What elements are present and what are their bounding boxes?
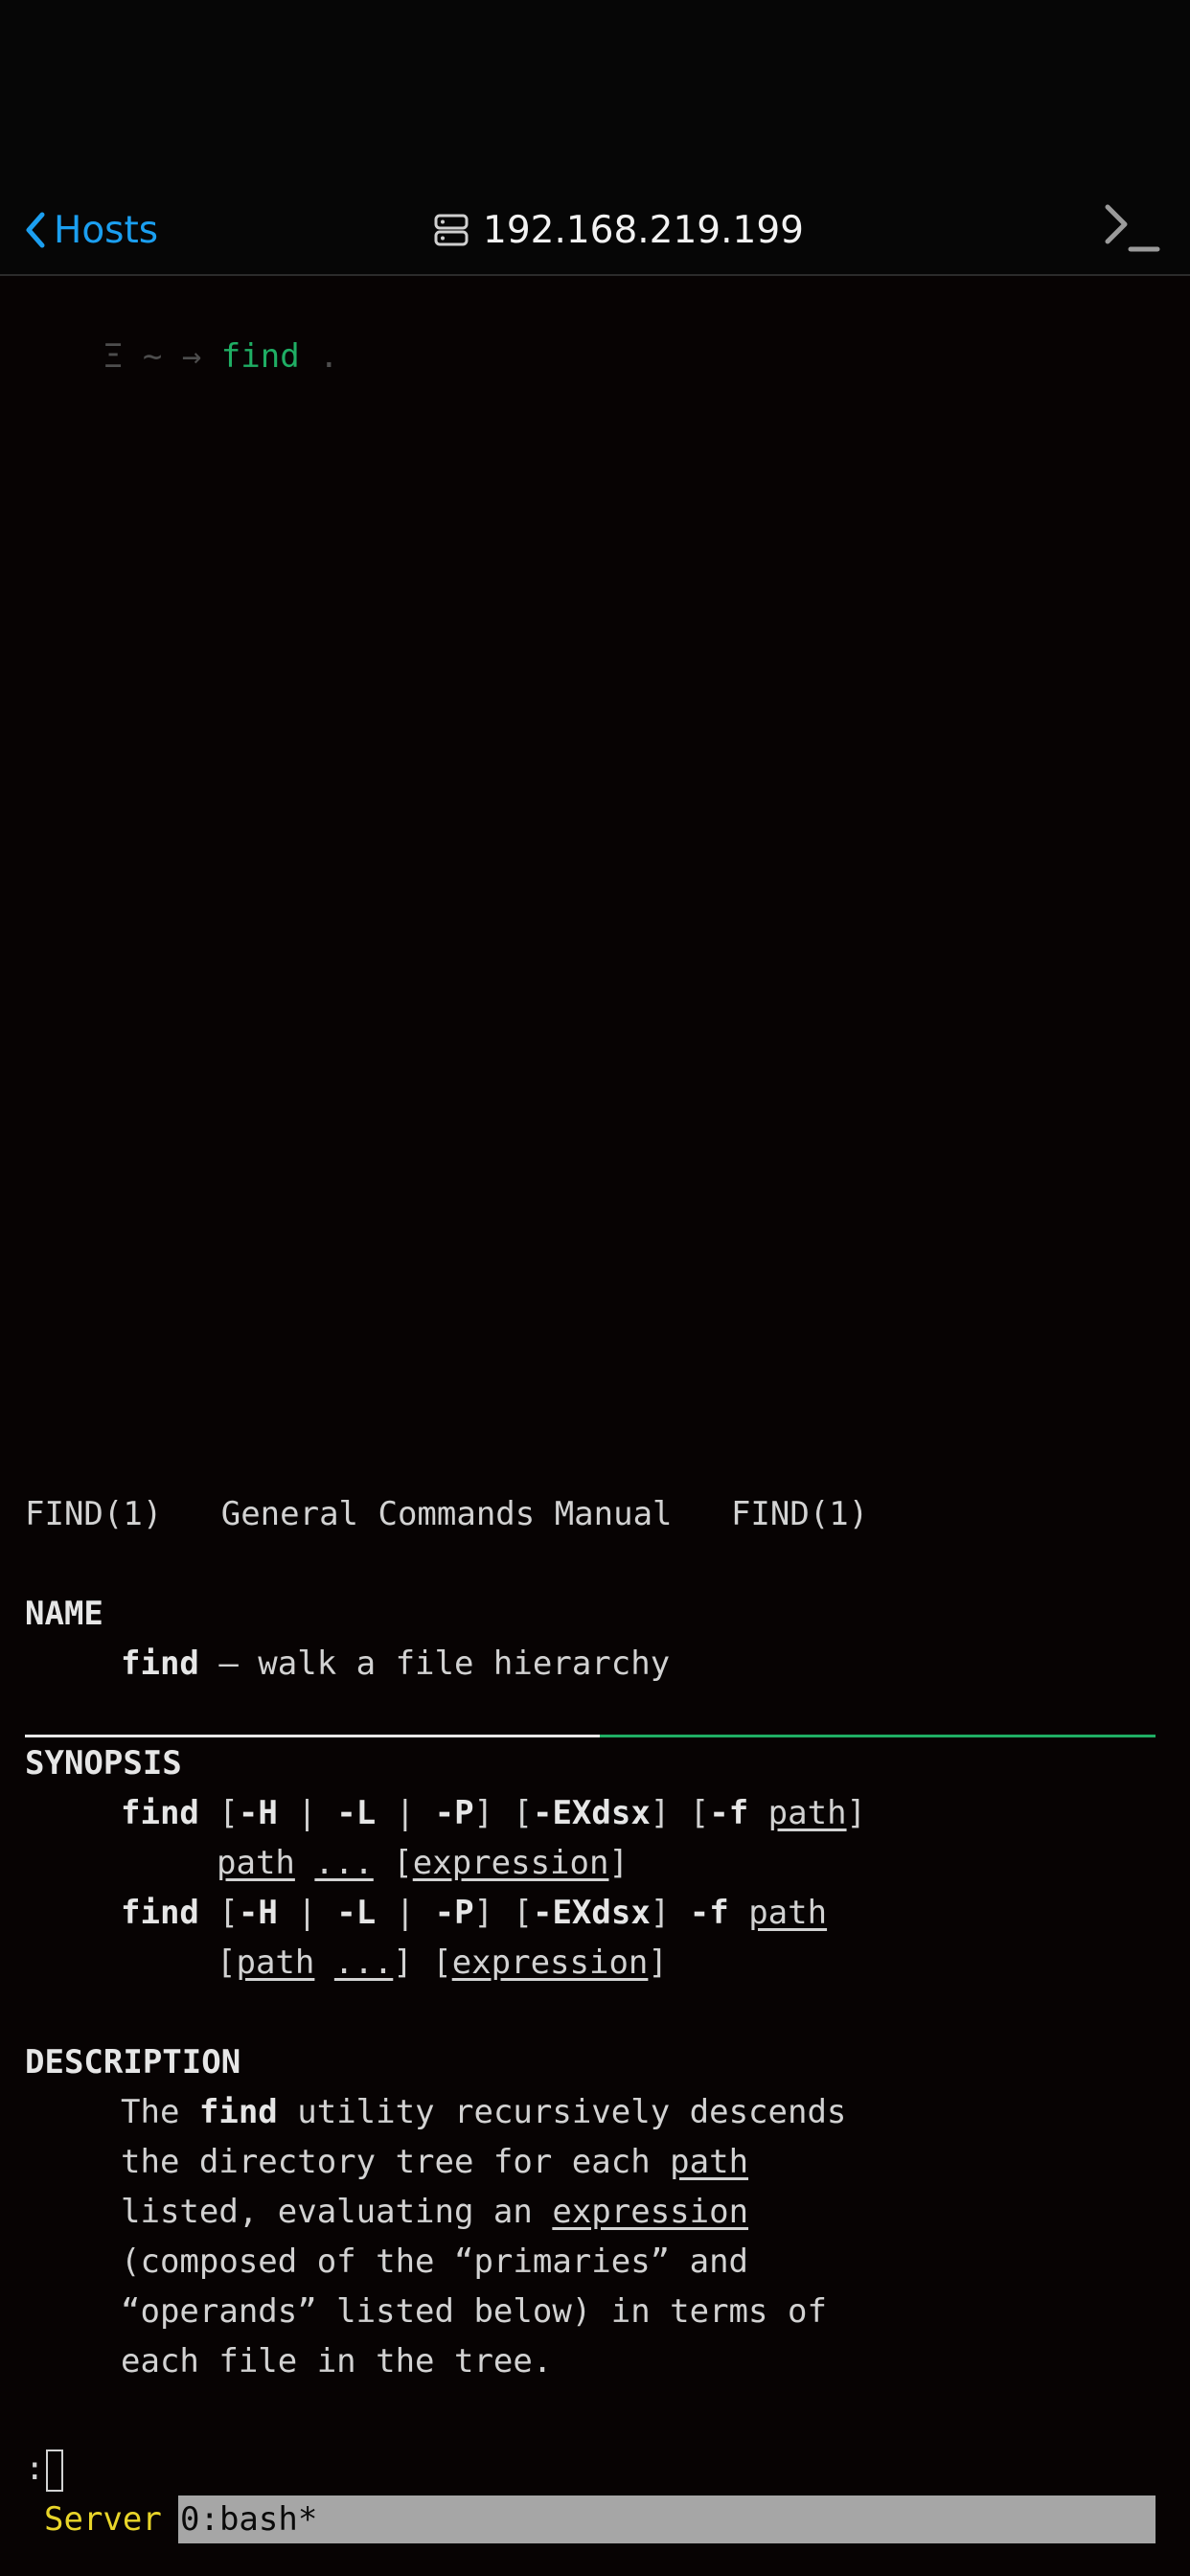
server-icon bbox=[434, 214, 469, 246]
desc-text: listed, evaluating an bbox=[121, 2193, 553, 2231]
description-line-1: The find utility recursively descends bbox=[121, 2087, 846, 2137]
opt-f: -f bbox=[689, 1894, 729, 1932]
opt-flags: -EXdsx bbox=[532, 1794, 651, 1832]
synopsis-line-2: path ... [expression] bbox=[217, 1844, 629, 1882]
synopsis-cmd: find bbox=[121, 1894, 199, 1932]
name-command: find bbox=[121, 1644, 199, 1683]
man-header-right: FIND(1) bbox=[730, 1495, 869, 1533]
description-heading: DESCRIPTION bbox=[25, 2043, 241, 2082]
synopsis-cmd: find bbox=[121, 1794, 199, 1832]
man-header-left: FIND(1) bbox=[25, 1495, 163, 1533]
chevron-left-icon bbox=[26, 212, 45, 248]
desc-underline: expression bbox=[552, 2193, 749, 2231]
arg-expression: expression bbox=[412, 1844, 609, 1882]
text-cursor bbox=[46, 2449, 64, 2492]
name-description: – walk a file hierarchy bbox=[198, 1644, 671, 1683]
synopsis-line-3: find [-H | -L | -P] [-EXdsx] -f path bbox=[121, 1894, 828, 1932]
description-line-6: each file in the tree. bbox=[121, 2342, 553, 2380]
arg-path: path bbox=[217, 1844, 295, 1882]
synopsis-line-1: find [-H | -L | -P] [-EXdsx] [-f path] bbox=[121, 1794, 867, 1832]
description-line-3: listed, evaluating an expression bbox=[121, 2187, 748, 2237]
host-title: 192.168.219.199 bbox=[433, 203, 804, 257]
arg-path: path bbox=[767, 1794, 847, 1832]
tmux-status-bar: Server 0:bash* bbox=[25, 2496, 1156, 2543]
terminal-icon bbox=[1105, 204, 1160, 252]
opt-L: -L bbox=[336, 1794, 377, 1832]
name-line: find – walk a file hierarchy bbox=[121, 1639, 670, 1689]
man-header: FIND(1) General Commands Manual FIND(1) bbox=[25, 1489, 868, 1539]
arg-ellipsis: ... bbox=[314, 1844, 374, 1882]
man-header-center: General Commands Manual bbox=[220, 1495, 673, 1533]
pager-colon: : bbox=[25, 2450, 45, 2488]
back-button-label: Hosts bbox=[54, 208, 159, 252]
back-to-hosts-button[interactable]: Hosts bbox=[23, 203, 158, 257]
opt-flags: -EXdsx bbox=[532, 1894, 651, 1932]
pager-prompt[interactable]: : bbox=[25, 2444, 64, 2494]
desc-underline: path bbox=[670, 2143, 749, 2181]
prompt-cwd: ~ bbox=[142, 337, 163, 376]
desc-text: utility recursively descends bbox=[277, 2093, 847, 2131]
pane-divider bbox=[25, 1735, 1156, 1737]
prompt-command: find bbox=[220, 337, 300, 376]
desc-text: The bbox=[121, 2093, 199, 2131]
desc-bold: find bbox=[198, 2093, 278, 2131]
prompt-argument: . bbox=[319, 337, 339, 376]
prompt-symbol: Ξ bbox=[103, 337, 124, 376]
desc-text: the directory tree for each bbox=[121, 2143, 671, 2181]
description-line-5: “operands” listed below) in terms of bbox=[121, 2292, 827, 2331]
arg-path: path bbox=[236, 1944, 315, 1982]
opt-L: -L bbox=[336, 1894, 377, 1932]
shell-prompt-line: Ξ ~ → find . bbox=[25, 282, 339, 376]
opt-P: -P bbox=[434, 1794, 474, 1832]
arg-expression: expression bbox=[451, 1944, 649, 1982]
arg-ellipsis: ... bbox=[333, 1944, 394, 1982]
opt-H: -H bbox=[238, 1794, 278, 1832]
synopsis-heading: SYNOPSIS bbox=[25, 1744, 182, 1782]
opt-H: -H bbox=[238, 1894, 278, 1932]
arg-path: path bbox=[748, 1894, 828, 1932]
opt-P: -P bbox=[434, 1894, 474, 1932]
terminal-button[interactable] bbox=[1102, 201, 1161, 257]
synopsis-line-4: [path ...] [expression] bbox=[217, 1944, 668, 1982]
prompt-arrow: → bbox=[181, 337, 202, 376]
name-heading: NAME bbox=[25, 1595, 103, 1633]
status-window-tab[interactable]: 0:bash* bbox=[178, 2496, 1156, 2543]
description-line-2: the directory tree for each path bbox=[121, 2137, 748, 2187]
navigation-bar: Hosts 192.168.219.199 bbox=[0, 0, 1190, 276]
terminal-output[interactable]: Ξ ~ → find . FIND(1) General Commands Ma… bbox=[0, 276, 1190, 2576]
host-address: 192.168.219.199 bbox=[483, 208, 804, 252]
pane-divider-active bbox=[25, 1735, 600, 1737]
opt-f: -f bbox=[709, 1794, 749, 1832]
status-session-name: Server bbox=[44, 2500, 162, 2539]
description-line-4: (composed of the “primaries” and bbox=[121, 2242, 749, 2281]
pane-divider-inactive bbox=[600, 1735, 1156, 1737]
